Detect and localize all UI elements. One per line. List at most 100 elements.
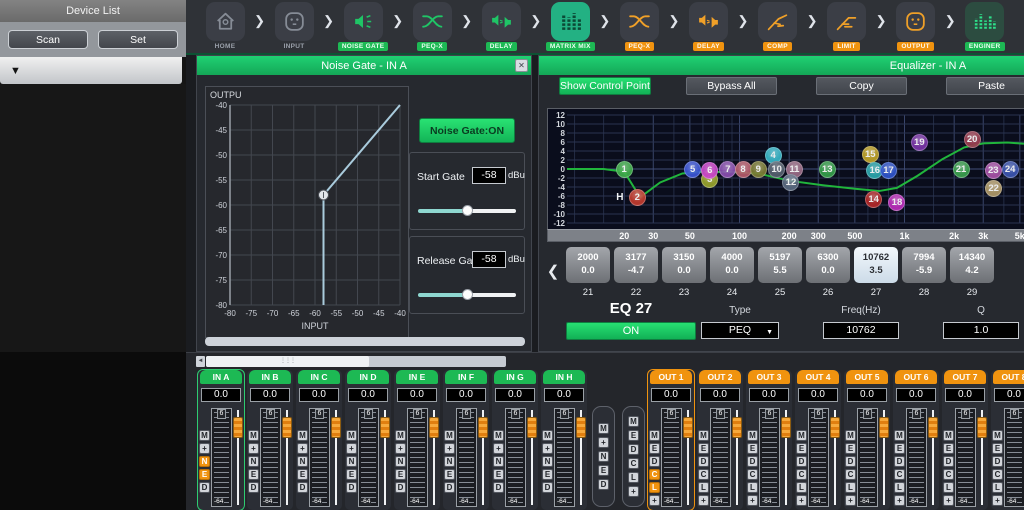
channel-button-E[interactable]: E	[845, 443, 856, 454]
channel-button-N[interactable]: N	[248, 456, 259, 467]
channel-button-L[interactable]: L	[845, 482, 856, 493]
channel-label[interactable]: OUT 1	[650, 370, 692, 384]
channel-label[interactable]: OUT 4	[797, 370, 839, 384]
channel-button-E[interactable]: E	[248, 469, 259, 480]
fader-handle[interactable]	[683, 417, 693, 438]
toolbar-item-matrix-mix[interactable]: MATRIX MIX	[541, 2, 599, 51]
channel-gain-value[interactable]: 0.0	[299, 388, 339, 402]
channel-gain-value[interactable]: 0.0	[994, 388, 1024, 402]
channel-button-+[interactable]: +	[796, 495, 807, 506]
toolbar-item-noise-gate[interactable]: NOISE GATE	[334, 2, 392, 51]
channel-button-D[interactable]: D	[796, 456, 807, 467]
channel-button-M[interactable]: M	[199, 430, 210, 441]
channel-button-L[interactable]: L	[698, 482, 709, 493]
channel-button-C[interactable]: C	[698, 469, 709, 480]
channel-button-D[interactable]: D	[698, 456, 709, 467]
channel-button-D[interactable]: D	[943, 456, 954, 467]
fader-track[interactable]	[527, 408, 537, 507]
channel-button-M[interactable]: M	[444, 430, 455, 441]
slider-thumb[interactable]	[462, 289, 473, 300]
channel-button-L[interactable]: L	[943, 482, 954, 493]
channel-label[interactable]: IN H	[543, 370, 585, 384]
bus-button-M[interactable]: M	[598, 423, 609, 434]
eq-control-point-1[interactable]: 1	[616, 161, 633, 178]
toolbar-item-delay-in[interactable]: DELAY	[472, 2, 530, 51]
eq-band-cell-22[interactable]: 3177-4.7	[614, 247, 658, 283]
channel-label[interactable]: IN B	[249, 370, 291, 384]
channel-label[interactable]: OUT 3	[748, 370, 790, 384]
close-icon[interactable]: ✕	[515, 59, 528, 72]
channel-button-L[interactable]: L	[992, 482, 1003, 493]
channel-button-C[interactable]: C	[894, 469, 905, 480]
channel-gain-value[interactable]: 0.0	[651, 388, 691, 402]
channel-button-+[interactable]: +	[199, 443, 210, 454]
channel-gain-value[interactable]: 0.0	[250, 388, 290, 402]
copy-button[interactable]: Copy	[816, 77, 907, 95]
channel-button-D[interactable]: D	[845, 456, 856, 467]
channel-button-E[interactable]: E	[894, 443, 905, 454]
noise-gate-power-button[interactable]: Noise Gate:ON	[419, 118, 515, 143]
eq-control-point-2[interactable]: 2	[629, 189, 646, 206]
channel-button-N[interactable]: N	[542, 456, 553, 467]
channel-button-D[interactable]: D	[297, 482, 308, 493]
channel-button-+[interactable]: +	[444, 443, 455, 454]
eq-control-point-5[interactable]: 5	[684, 161, 701, 178]
eq-control-point-7[interactable]: 7	[719, 161, 736, 178]
slider-thumb[interactable]	[462, 205, 473, 216]
noise-gate-titlebar[interactable]: Noise Gate - IN A ✕	[197, 56, 531, 75]
bus-button-D[interactable]: D	[598, 479, 609, 490]
channel-button-+[interactable]: +	[248, 443, 259, 454]
channel-button-C[interactable]: C	[992, 469, 1003, 480]
channel-button-M[interactable]: M	[297, 430, 308, 441]
channel-button-M[interactable]: M	[845, 430, 856, 441]
eq-control-point-13[interactable]: 13	[819, 161, 836, 178]
noise-gate-scrollbar[interactable]	[205, 337, 525, 346]
channel-button-+[interactable]: +	[542, 443, 553, 454]
channel-button-M[interactable]: M	[796, 430, 807, 441]
eq-control-point-15[interactable]: 15	[862, 146, 879, 163]
eq-band-cell-21[interactable]: 20000.0	[566, 247, 610, 283]
fader-handle[interactable]	[478, 417, 488, 438]
channel-gain-value[interactable]: 0.0	[446, 388, 486, 402]
channel-gain-value[interactable]: 0.0	[201, 388, 241, 402]
channel-button-+[interactable]: +	[845, 495, 856, 506]
channel-button-E[interactable]: E	[747, 443, 758, 454]
channel-button-N[interactable]: N	[346, 456, 357, 467]
bus-button-C[interactable]: C	[628, 458, 639, 469]
fader-track[interactable]	[576, 408, 586, 507]
channel-button-L[interactable]: L	[747, 482, 758, 493]
channel-button-L[interactable]: L	[894, 482, 905, 493]
channel-button-E[interactable]: E	[992, 443, 1003, 454]
eq-on-button[interactable]: ON	[566, 322, 696, 340]
type-select[interactable]: PEQ ▼	[701, 322, 779, 339]
toolbar-item-home[interactable]: HOME	[196, 2, 254, 51]
channel-gain-value[interactable]: 0.0	[945, 388, 985, 402]
channel-button-L[interactable]: L	[649, 482, 660, 493]
channel-button-E[interactable]: E	[346, 469, 357, 480]
bus-button-+[interactable]: +	[628, 486, 639, 497]
bus-button-+[interactable]: +	[598, 437, 609, 448]
channel-label[interactable]: IN G	[494, 370, 536, 384]
fader-handle[interactable]	[380, 417, 390, 438]
channel-button-+[interactable]: +	[297, 443, 308, 454]
fader-track[interactable]	[331, 408, 341, 507]
fader-handle[interactable]	[928, 417, 938, 438]
eq-control-point-10[interactable]: 10	[768, 161, 785, 178]
channel-button-+[interactable]: +	[992, 495, 1003, 506]
channel-button-E[interactable]: E	[943, 443, 954, 454]
eq-band-cell-24[interactable]: 40000.0	[710, 247, 754, 283]
channel-button-C[interactable]: C	[943, 469, 954, 480]
channel-button-M[interactable]: M	[992, 430, 1003, 441]
channel-button-C[interactable]: C	[845, 469, 856, 480]
eq-control-point-21[interactable]: 21	[953, 161, 970, 178]
channel-button-D[interactable]: D	[199, 482, 210, 493]
channel-button-+[interactable]: +	[698, 495, 709, 506]
channel-button-D[interactable]: D	[248, 482, 259, 493]
fader-track[interactable]	[879, 408, 889, 507]
fader-track[interactable]	[380, 408, 390, 507]
channel-gain-value[interactable]: 0.0	[544, 388, 584, 402]
fader-track[interactable]	[429, 408, 439, 507]
channel-button-C[interactable]: C	[649, 469, 660, 480]
paste-button[interactable]: Paste	[946, 77, 1024, 95]
channel-button-M[interactable]: M	[395, 430, 406, 441]
